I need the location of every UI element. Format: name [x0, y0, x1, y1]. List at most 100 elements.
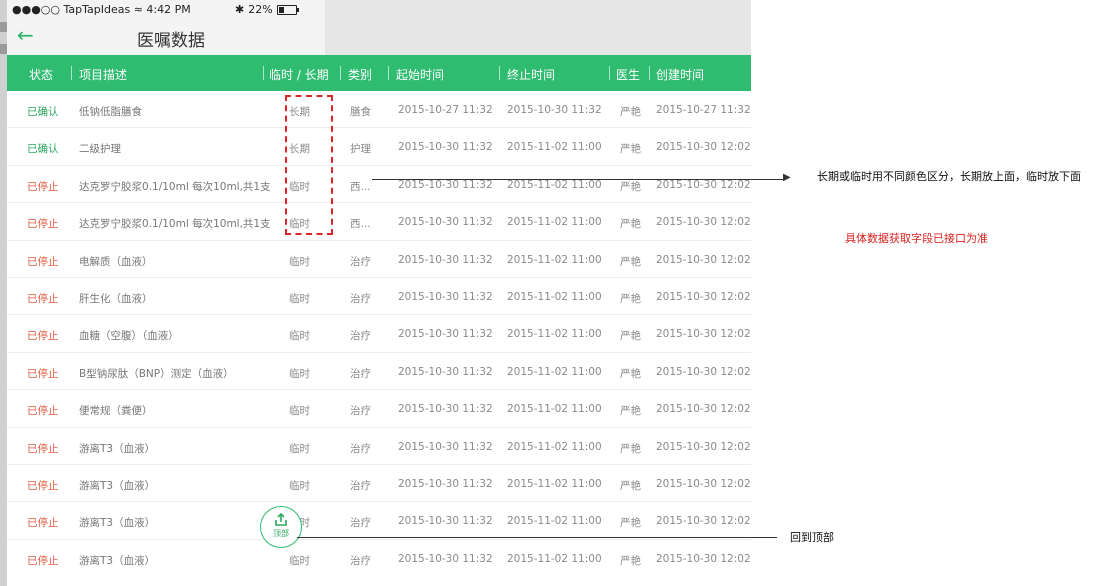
row-category: 膳食 [350, 106, 371, 118]
column-divider [499, 66, 500, 80]
status-bar: ●●●○○ TapTapIdeas ≈ 4:42 PM ✱ 22% [7, 0, 325, 18]
annotation-top-note: 回到顶部 [790, 531, 834, 544]
row-description: 达克罗宁胶浆0.1/10ml 每次10ml,共1支 [79, 180, 271, 193]
column-header-end: 终止时间 [507, 68, 556, 82]
column-divider [649, 66, 650, 80]
row-status: 已停止 [27, 479, 59, 492]
navigation-bar: ← 医嘱数据 [7, 18, 325, 55]
row-doctor: 严艳 [620, 330, 641, 343]
row-category: 治疗 [350, 479, 371, 492]
row-doctor: 严艳 [620, 218, 641, 231]
carrier-time: ●●●○○ TapTapIdeas ≈ 4:42 PM [12, 3, 191, 16]
table-row[interactable]: 已停止 电解质（血液） 临时 治疗 2015-10-30 11:32 2015-11-02… [7, 240, 751, 278]
row-doctor: 严艳 [620, 255, 641, 268]
row-start-time: 2015-10-30 11:32 [398, 253, 493, 266]
row-term: 临时 [289, 255, 310, 268]
row-start-time: 2015-10-27 11:32 [398, 104, 493, 116]
wifi-icon: ≈ [133, 3, 143, 16]
row-created-time: 2015-10-30 12:02 [656, 141, 751, 154]
row-category: 西... [350, 180, 371, 193]
row-end-time: 2015-11-02 11:00 [507, 403, 602, 416]
table-row[interactable]: 已确认 低钠低脂膳食 长期 膳食 2015-10-27 11:32 2015-10-30 … [7, 91, 751, 129]
row-status: 已确认 [27, 143, 59, 156]
table-row[interactable]: 已停止 B型钠尿肽（BNP）测定（血液） 临时 治疗 2015-10-30 11:32 2… [7, 352, 751, 391]
row-start-time: 2015-10-30 11:32 [398, 141, 493, 154]
row-end-time: 2015-11-02 11:00 [507, 365, 602, 378]
column-header-description: 项目描述 [79, 68, 128, 82]
column-divider [388, 66, 389, 80]
row-status: 已停止 [27, 405, 59, 418]
row-category: 西... [350, 218, 371, 231]
row-description: 游离T3（血液） [79, 554, 156, 567]
row-end-time: 2015-11-02 11:00 [507, 290, 602, 303]
row-created-time: 2015-10-30 12:02 [656, 552, 751, 565]
table-row[interactable]: 已确认 二级护理 长期 护理 2015-10-30 11:32 2015-11-02 11… [7, 128, 751, 166]
edge-notch [0, 44, 7, 54]
annotation-api-note: 具体数据获取字段已接口为准 [845, 232, 988, 245]
table-row[interactable]: 已停止 达克罗宁胶浆0.1/10ml 每次10ml,共1支 临时 西... 2015-1… [7, 165, 751, 204]
table-row[interactable]: 已停止游离T3（血液）临时治疗2015-10-30 11:322015-11-0… [7, 427, 751, 465]
row-status: 已确认 [27, 106, 59, 118]
row-doctor: 严艳 [620, 479, 641, 492]
battery-percent: 22% [248, 3, 273, 16]
arrow-left-icon[interactable]: ← [17, 24, 34, 46]
table-row[interactable]: 已停止 达克罗宁胶浆0.1/10ml 每次10ml,共1支 临时 西... 2015-1… [7, 203, 751, 241]
row-start-time: 2015-10-30 11:32 [398, 328, 493, 341]
row-category: 治疗 [350, 405, 371, 418]
row-category: 治疗 [350, 330, 371, 343]
table-row[interactable]: 已停止游离T3（血液）临时治疗2015-10-30 11:322015-11-0… [7, 502, 751, 540]
row-term: 临时 [289, 554, 310, 567]
row-created-time: 2015-10-27 11:32 [656, 104, 751, 116]
row-start-time: 2015-10-30 11:32 [398, 290, 493, 303]
row-category: 治疗 [350, 554, 371, 567]
left-edge-strip [0, 0, 7, 586]
row-description: 二级护理 [79, 143, 121, 156]
row-doctor: 严艳 [620, 106, 641, 118]
row-doctor: 严艳 [620, 180, 641, 193]
row-description: 便常规（粪便） [79, 405, 153, 418]
column-divider [340, 66, 341, 80]
order-table-body: 已确认 低钠低脂膳食 长期 膳食 2015-10-27 11:32 2015-10-30 … [7, 91, 751, 568]
row-end-time: 2015-10-30 11:32 [507, 104, 602, 116]
row-created-time: 2015-10-30 12:02 [656, 365, 751, 378]
annotation-term-note: 长期或临时用不同颜色区分，长期放上面，临时放下面 [817, 170, 1081, 183]
table-row[interactable]: 已停止游离T3（血液）临时治疗2015-10-30 11:322015-11-0… [7, 539, 751, 568]
row-status: 已停止 [27, 218, 59, 231]
row-description: 达克罗宁胶浆0.1/10ml 每次10ml,共1支 [79, 218, 271, 231]
row-category: 护理 [350, 143, 371, 156]
row-category: 治疗 [350, 517, 371, 530]
table-row[interactable]: 已停止 肝生化（血液） 临时 治疗 2015-10-30 11:32 2015-11-02… [7, 277, 751, 316]
table-row[interactable]: 已停止 便常规（粪便） 临时 治疗 2015-10-30 11:32 2015-11-02… [7, 390, 751, 428]
row-term: 临时 [289, 367, 310, 380]
column-divider [609, 66, 610, 80]
row-end-time: 2015-11-02 11:00 [507, 253, 602, 266]
table-row[interactable]: 已停止游离T3（血液）临时治疗2015-10-30 11:322015-11-0… [7, 464, 751, 503]
row-end-time: 2015-11-02 11:00 [507, 515, 602, 528]
row-end-time: 2015-11-02 11:00 [507, 477, 602, 490]
row-term: 临时 [289, 330, 310, 343]
table-row[interactable]: 已停止 血糖（空腹）（血液） 临时 治疗 2015-10-30 11:32 2015-11… [7, 315, 751, 353]
table-header: 状态 项目描述 临时 / 长期 类别 起始时间 终止时间 医生 创建时间 [7, 55, 751, 91]
row-category: 治疗 [350, 255, 371, 268]
back-to-top-button[interactable]: 顶部 [260, 506, 302, 548]
row-end-time: 2015-11-02 11:00 [507, 178, 602, 191]
battery-group: ✱ 22% [235, 3, 299, 16]
column-header-doctor: 医生 [616, 68, 641, 82]
row-created-time: 2015-10-30 12:02 [656, 253, 751, 266]
row-end-time: 2015-11-02 11:00 [507, 552, 602, 565]
row-description: 电解质（血液） [79, 255, 153, 268]
row-description: 游离T3（血液） [79, 442, 156, 455]
row-created-time: 2015-10-30 12:02 [656, 216, 751, 229]
phone-screen: ●●●○○ TapTapIdeas ≈ 4:42 PM ✱ 22% ← 医嘱数据… [7, 0, 751, 568]
row-description: B型钠尿肽（BNP）测定（血液） [79, 367, 234, 380]
highlight-dashed-box [285, 95, 333, 235]
row-start-time: 2015-10-30 11:32 [398, 440, 493, 453]
annotation-leader-line [372, 179, 786, 180]
row-status: 已停止 [27, 292, 59, 305]
row-end-time: 2015-11-02 11:00 [507, 216, 602, 229]
row-end-time: 2015-11-02 11:00 [507, 328, 602, 341]
column-header-start: 起始时间 [396, 68, 445, 82]
row-start-time: 2015-10-30 11:32 [398, 403, 493, 416]
column-header-created: 创建时间 [656, 68, 705, 82]
edge-notch [0, 22, 7, 32]
